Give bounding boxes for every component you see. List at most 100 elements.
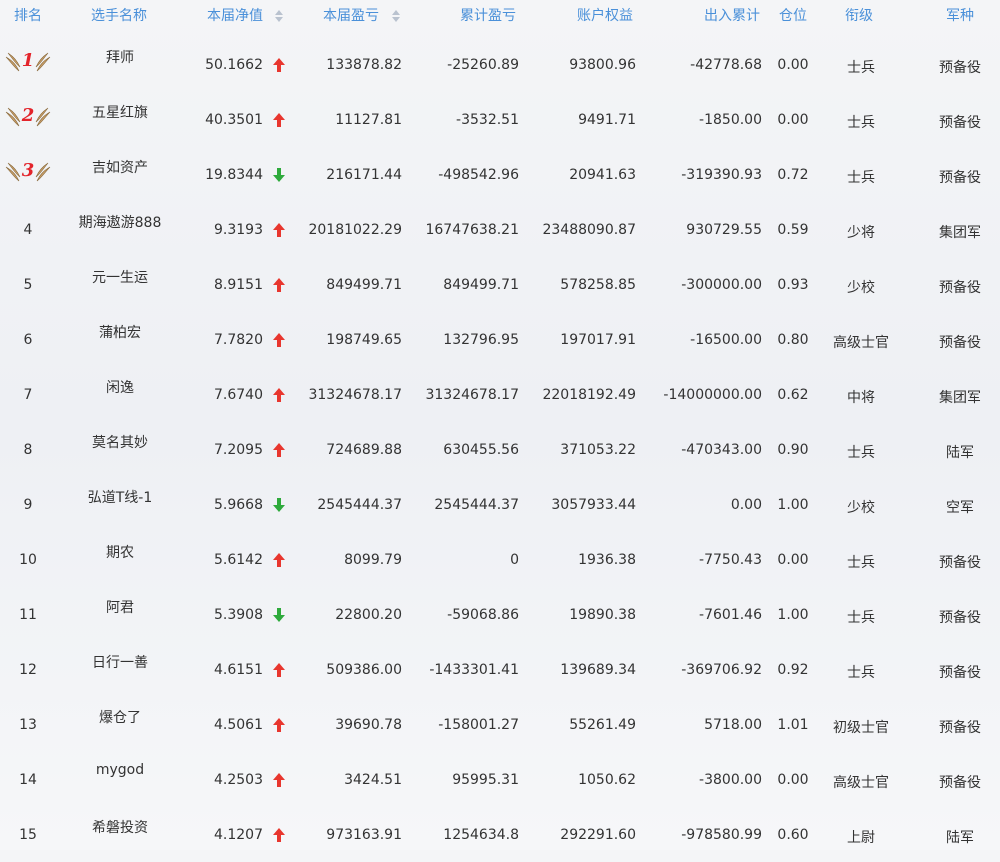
table-row[interactable]: 14 mygod 4.2503 3424.51 95995.31 1050.62 -3800… [0, 752, 1000, 807]
cumulative-profit: 0 [510, 552, 519, 568]
session-profit: 11127.81 [335, 112, 402, 128]
rank-title: 士兵 [847, 555, 875, 571]
table-row[interactable]: 12 日行一善 4.6151 509386.00 -1433301.41 139689.3… [0, 642, 1000, 697]
account-equity: 20941.63 [569, 167, 636, 183]
in-out-total: 930729.55 [686, 222, 762, 238]
header-net-value[interactable]: 本届净值 [207, 0, 263, 32]
net-value: 5.3908 [214, 607, 263, 623]
position-ratio: 0.59 [777, 222, 809, 238]
military-branch: 陆军 [946, 830, 974, 846]
header-branch[interactable]: 军种 [946, 0, 974, 32]
military-branch: 预备役 [939, 115, 981, 131]
military-branch: 预备役 [939, 335, 981, 351]
net-value: 7.7820 [214, 332, 263, 348]
table-row[interactable]: 8 莫名其妙 7.2095 724689.88 630455.56 371053.22 -4… [0, 422, 1000, 477]
session-profit: 973163.91 [326, 827, 402, 843]
table-row[interactable]: 3 吉如资产 19.8344 216171.44 -498542.96 20941.63-… [0, 147, 1000, 202]
cumulative-profit: 849499.71 [443, 277, 519, 293]
rank-title: 士兵 [847, 170, 875, 186]
header-rank-title[interactable]: 衔级 [845, 0, 873, 32]
table-row[interactable]: 2 五星红旗 40.3501 11127.81 -3532.51 9491.71 -1850… [0, 92, 1000, 147]
position-ratio: 0.00 [777, 772, 809, 788]
cumulative-profit: 31324678.17 [425, 387, 519, 403]
sort-net-value-icon[interactable] [275, 10, 283, 22]
military-branch: 预备役 [939, 170, 981, 186]
session-profit: 724689.88 [326, 442, 402, 458]
rank-title: 高级士官 [833, 775, 889, 791]
session-profit: 849499.71 [326, 277, 402, 293]
cumulative-profit: -59068.86 [447, 607, 519, 623]
header-player-name[interactable]: 选手名称 [91, 0, 147, 32]
in-out-total: -14000000.00 [663, 387, 762, 403]
rank-title: 中将 [847, 390, 875, 406]
military-branch: 预备役 [939, 775, 981, 791]
in-out-total: -1850.00 [699, 112, 762, 128]
in-out-total: -300000.00 [681, 277, 762, 293]
session-profit: 133878.82 [326, 57, 402, 73]
account-equity: 1050.62 [578, 772, 636, 788]
account-equity: 3057933.44 [551, 497, 636, 513]
table-header: 排名 选手名称 本届净值 本届盈亏 累计盈亏 账户权益 出入累计 仓位 衔级 军… [0, 0, 1000, 32]
session-profit: 39690.78 [335, 717, 402, 733]
account-equity: 1936.38 [578, 552, 636, 568]
net-value: 4.6151 [214, 662, 263, 678]
header-position[interactable]: 仓位 [779, 0, 807, 32]
cumulative-profit: 95995.31 [452, 772, 519, 788]
account-equity: 197017.91 [560, 332, 636, 348]
position-ratio: 1.00 [777, 497, 809, 513]
net-value: 50.1662 [205, 57, 263, 73]
position-ratio: 0.93 [777, 277, 809, 293]
account-equity: 9491.71 [578, 112, 636, 128]
account-equity: 23488090.87 [542, 222, 636, 238]
position-ratio: 0.00 [777, 552, 809, 568]
account-equity: 371053.22 [560, 442, 636, 458]
table-row[interactable]: 6 蒲柏宏 7.7820 198749.65 132796.95 197017.91 -16… [0, 312, 1000, 367]
military-branch: 预备役 [939, 610, 981, 626]
rank-medal-number: 1 [22, 50, 35, 71]
table-row[interactable]: 9 弘道T线-1 5.9668 2545444.37 2545444.37 3057933… [0, 477, 1000, 532]
session-profit: 509386.00 [326, 662, 402, 678]
rank-title: 士兵 [847, 115, 875, 131]
account-equity: 292291.60 [560, 827, 636, 843]
account-equity: 19890.38 [569, 607, 636, 623]
in-out-total: -369706.92 [681, 662, 762, 678]
rank-title: 士兵 [847, 445, 875, 461]
position-ratio: 1.01 [777, 717, 809, 733]
position-ratio: 0.00 [777, 112, 809, 128]
rank-title: 少将 [847, 225, 875, 241]
header-account-equity[interactable]: 账户权益 [577, 0, 633, 32]
military-branch: 预备役 [939, 280, 981, 296]
table-row[interactable]: 13 爆仓了 4.5061 39690.78 -158001.27 55261.49 571… [0, 697, 1000, 752]
military-branch: 集团军 [939, 390, 981, 406]
position-ratio: 0.62 [777, 387, 809, 403]
table-row[interactable]: 15 希磐投资 4.1207 973163.91 1254634.8 292291.60-… [0, 807, 1000, 862]
table-row[interactable]: 7 闲逸 7.6740 31324678.17 31324678.17 22018192.… [0, 367, 1000, 422]
military-branch: 预备役 [939, 555, 981, 571]
table-row[interactable]: 10 期农 5.6142 8099.79 0 1936.38 -7750.43 0.00 士兵预… [0, 532, 1000, 587]
cumulative-profit: 16747638.21 [425, 222, 519, 238]
rank-title: 士兵 [847, 610, 875, 626]
header-in-out-total[interactable]: 出入累计 [704, 0, 760, 32]
table-row[interactable]: 4 期海遨游888 9.3193 20181022.29 16747638.21 2348… [0, 202, 1000, 257]
position-ratio: 0.00 [777, 57, 809, 73]
position-ratio: 0.60 [777, 827, 809, 843]
header-rank[interactable]: 排名 [14, 0, 42, 32]
table-row[interactable]: 1 拜师 50.1662 133878.82 -25260.89 93800.96 -427… [0, 37, 1000, 92]
header-cumulative-profit[interactable]: 累计盈亏 [460, 0, 516, 32]
rank-title: 士兵 [847, 665, 875, 681]
in-out-total: -470343.00 [681, 442, 762, 458]
table-row[interactable]: 5 元一生运 8.9151 849499.71 849499.71 578258.85 -3… [0, 257, 1000, 312]
in-out-total: 0.00 [730, 497, 762, 513]
net-value: 4.5061 [214, 717, 263, 733]
session-profit: 8099.79 [344, 552, 402, 568]
net-value: 7.2095 [214, 442, 263, 458]
header-session-profit[interactable]: 本届盈亏 [323, 0, 379, 32]
sort-session-profit-icon[interactable] [392, 10, 400, 22]
net-value: 9.3193 [214, 222, 263, 238]
account-equity: 22018192.49 [542, 387, 636, 403]
rank-title: 上尉 [847, 830, 875, 846]
table-row[interactable]: 11 阿君 5.3908 22800.20 -59068.86 19890.38 -7601… [0, 587, 1000, 642]
cumulative-profit: 630455.56 [443, 442, 519, 458]
rank-medal-number: 2 [21, 105, 35, 126]
cumulative-profit: -1433301.41 [429, 662, 519, 678]
